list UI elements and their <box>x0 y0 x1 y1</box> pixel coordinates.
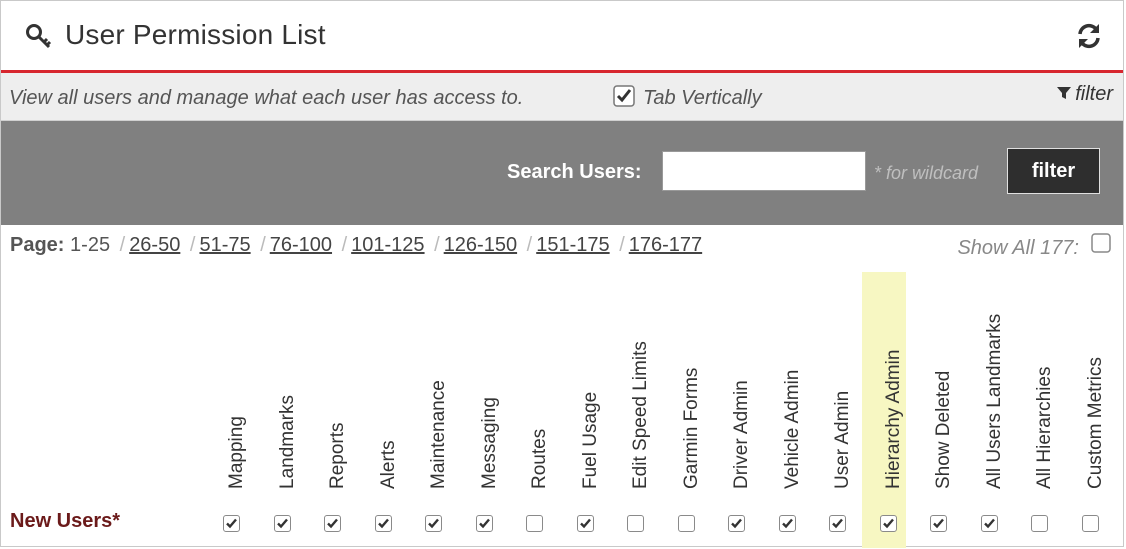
column-header: Show Deleted <box>927 229 957 489</box>
permission-checkbox[interactable] <box>678 515 695 532</box>
column-header: Garmin Forms <box>675 229 705 489</box>
filter-link[interactable]: filter <box>1057 83 1113 106</box>
column-header: Alerts <box>372 229 402 489</box>
filter-link-label: filter <box>1075 83 1113 105</box>
search-users-label: Search Users: <box>507 161 642 183</box>
column-header-label: All Hierarchies <box>1034 366 1055 489</box>
permission-checkbox[interactable] <box>728 515 745 532</box>
column-header: Reports <box>321 229 351 489</box>
funnel-icon <box>1057 83 1072 106</box>
page-title: User Permission List <box>65 19 326 50</box>
column-header-label: User Admin <box>832 390 853 489</box>
permission-checkbox[interactable] <box>829 515 846 532</box>
column-header-label: Driver Admin <box>731 380 752 489</box>
column-header-label: Routes <box>529 428 550 489</box>
permission-checkbox[interactable] <box>526 515 543 532</box>
permission-checkbox[interactable] <box>476 515 493 532</box>
column-header-label: All Users Landmarks <box>984 313 1005 489</box>
column-header-label: Edit Speed Limits <box>630 341 651 489</box>
filter-button[interactable]: filter <box>1007 148 1100 194</box>
panel-header: User Permission List <box>1 1 1123 73</box>
permission-checkbox[interactable] <box>425 515 442 532</box>
permission-checkbox[interactable] <box>627 515 644 532</box>
permission-checkbox[interactable] <box>274 515 291 532</box>
column-header-label: Custom Metrics <box>1085 357 1106 489</box>
permission-checkbox[interactable] <box>577 515 594 532</box>
column-header-label: Hierarchy Admin <box>883 349 904 489</box>
description-text: View all users and manage what each user… <box>9 87 524 109</box>
column-header: Mapping <box>220 229 250 489</box>
permission-checkbox[interactable] <box>375 515 392 532</box>
column-header-label: Landmarks <box>277 395 298 489</box>
wildcard-hint: * for wildcard <box>874 163 979 183</box>
column-header: All Users Landmarks <box>978 229 1008 489</box>
page-link[interactable]: 26-50 <box>129 234 180 256</box>
column-header: Messaging <box>473 229 503 489</box>
permission-checkbox[interactable] <box>324 515 341 532</box>
column-header-label: Show Deleted <box>933 370 954 489</box>
search-users-input[interactable] <box>662 151 866 191</box>
column-header-label: Vehicle Admin <box>782 369 803 489</box>
column-header: Fuel Usage <box>574 229 604 489</box>
show-all-label: Show All 177: <box>957 237 1079 259</box>
current-page: 1-25 <box>70 234 111 256</box>
permission-checkbox[interactable] <box>1031 515 1048 532</box>
column-header: Driver Admin <box>725 229 755 489</box>
column-header: Custom Metrics <box>1079 229 1109 489</box>
column-header: Maintenance <box>422 229 452 489</box>
page-label: Page: <box>10 234 65 256</box>
search-bar: Search Users: * for wildcard filter <box>1 121 1123 225</box>
column-header-label: Garmin Forms <box>681 367 702 489</box>
column-header-label: Mapping <box>226 416 247 489</box>
tab-vertically-label: Tab Vertically <box>643 87 762 109</box>
row-label: New Users* <box>10 510 121 532</box>
column-header: All Hierarchies <box>1028 229 1058 489</box>
column-header-label: Alerts <box>378 440 399 489</box>
refresh-icon[interactable] <box>1075 21 1103 56</box>
column-header: Routes <box>523 229 553 489</box>
permission-checkbox[interactable] <box>223 515 240 532</box>
permission-checkbox[interactable] <box>880 515 897 532</box>
column-header-label: Reports <box>327 422 348 489</box>
tab-vertically-checkbox[interactable] <box>613 85 635 112</box>
column-header-label: Messaging <box>479 397 500 489</box>
key-icon <box>25 23 55 56</box>
permission-panel: User Permission List View all users and … <box>0 0 1124 548</box>
column-header-label: Fuel Usage <box>580 391 601 489</box>
column-header: Vehicle Admin <box>776 229 806 489</box>
permission-checkbox[interactable] <box>779 515 796 532</box>
column-header: User Admin <box>826 229 856 489</box>
permission-checkbox[interactable] <box>981 515 998 532</box>
column-header: Hierarchy Admin <box>877 229 907 489</box>
permission-checkbox[interactable] <box>1082 515 1099 532</box>
description-bar: View all users and manage what each user… <box>1 73 1123 121</box>
column-header-label: Maintenance <box>428 380 449 489</box>
column-header: Edit Speed Limits <box>624 229 654 489</box>
permission-checkbox[interactable] <box>930 515 947 532</box>
column-header: Landmarks <box>271 229 301 489</box>
